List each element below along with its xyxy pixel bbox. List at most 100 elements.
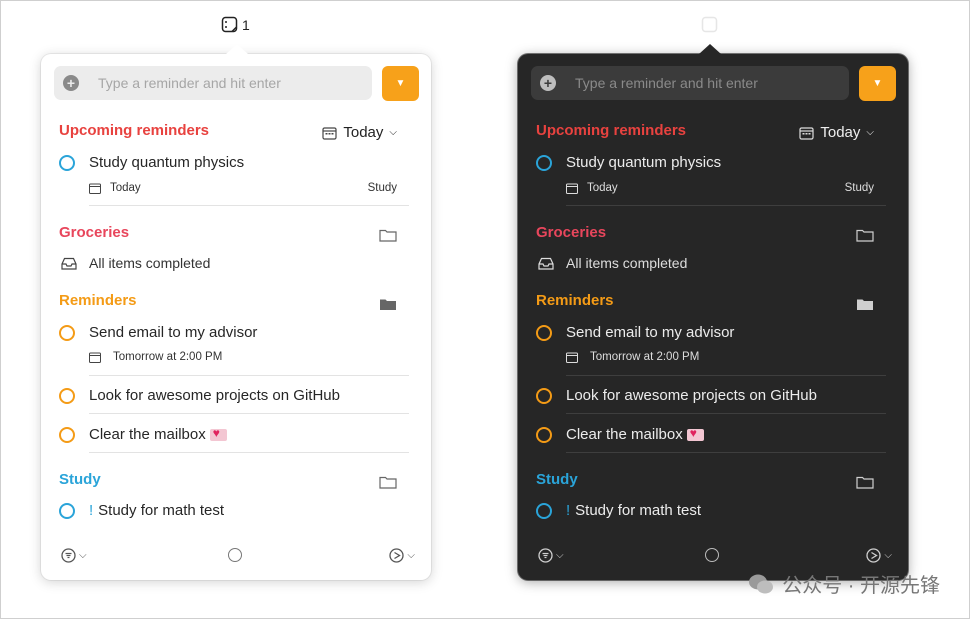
reminder-input[interactable]	[573, 74, 847, 92]
reminder-checkbox[interactable]	[536, 155, 552, 171]
chevron-down-icon: ⌵	[556, 550, 564, 561]
reminder-checkbox[interactable]	[59, 155, 75, 171]
divider	[89, 413, 409, 414]
folder-icon[interactable]	[856, 228, 874, 242]
divider	[566, 375, 886, 376]
reminder-checkbox[interactable]	[59, 388, 75, 404]
reminder-title[interactable]: Clear the mailbox	[89, 426, 227, 443]
reminder-checkbox[interactable]	[59, 503, 75, 519]
reminder-list-name: Study	[367, 182, 397, 194]
section-title-reminders: Reminders	[59, 292, 137, 309]
divider	[566, 452, 886, 453]
folder-filled-icon[interactable]	[379, 297, 397, 311]
calendar-icon	[566, 183, 578, 194]
chevron-down-icon: ⌵	[884, 550, 892, 561]
reminder-list-name: Study	[844, 182, 874, 194]
list-select-dropdown-button[interactable]: ▼	[382, 66, 419, 101]
reminder-title[interactable]: Look for awesome projects on GitHub	[89, 387, 340, 404]
section-title-groceries: Groceries	[59, 224, 130, 241]
divider	[89, 205, 409, 206]
folder-filled-icon[interactable]	[856, 297, 874, 311]
watermark: 公众号 · 开源先锋	[748, 569, 940, 598]
reminders-popover-light: + ▼ Upcoming reminders Today ⌵ Study qua…	[41, 44, 431, 580]
menubar-badge-count: 1	[242, 16, 250, 33]
reminders-menubar-icon	[701, 16, 718, 33]
priority-indicator: !	[566, 502, 571, 519]
menubar-reminders-item[interactable]: 1	[221, 16, 250, 33]
chevron-down-icon: ⌵	[389, 127, 397, 138]
folder-icon[interactable]	[379, 228, 397, 242]
reminders-popover-dark: + ▼ Upcoming reminders Today ⌵ Study qua…	[518, 44, 908, 580]
settings-menu-button[interactable]: ⌵	[389, 548, 415, 563]
reminder-title[interactable]: ! Study for math test	[566, 502, 701, 519]
settings-icon	[866, 548, 882, 563]
folder-icon[interactable]	[379, 475, 397, 489]
divider	[566, 413, 886, 414]
filter-menu-button[interactable]: ⌵	[61, 548, 87, 563]
popover-arrow	[226, 44, 248, 54]
wechat-icon	[749, 574, 774, 593]
calendar-icon	[322, 126, 337, 140]
reminder-checkbox[interactable]	[59, 325, 75, 341]
divider	[89, 452, 409, 453]
section-title-study: Study	[536, 471, 578, 488]
groceries-status: All items completed	[538, 255, 687, 271]
calendar-icon	[799, 126, 814, 140]
reminder-input-row[interactable]: +	[54, 66, 372, 100]
reminder-checkbox[interactable]	[536, 388, 552, 404]
divider	[89, 375, 409, 376]
reminder-title[interactable]: Clear the mailbox	[566, 426, 704, 443]
heart-letter-emoji-icon	[209, 426, 227, 442]
calendar-icon	[89, 352, 101, 363]
today-filter-label: Today	[820, 124, 861, 141]
toggle-completed-button[interactable]	[705, 548, 719, 562]
reminder-title[interactable]: Send email to my advisor	[566, 324, 734, 341]
reminder-checkbox[interactable]	[536, 325, 552, 341]
reminder-checkbox[interactable]	[536, 503, 552, 519]
reminder-due-date: Today	[566, 182, 618, 194]
today-filter-dropdown[interactable]: Today ⌵	[322, 124, 397, 141]
filter-menu-button[interactable]: ⌵	[538, 548, 564, 563]
reminder-title[interactable]: Study quantum physics	[566, 154, 721, 171]
reminder-due-date: Today	[89, 182, 141, 194]
section-title-upcoming: Upcoming reminders	[536, 122, 687, 139]
today-filter-label: Today	[343, 124, 384, 141]
menubar-reminders-item-dark[interactable]	[701, 16, 718, 33]
reminder-title[interactable]: ! Study for math test	[89, 502, 224, 519]
divider	[566, 205, 886, 206]
priority-indicator: !	[89, 502, 94, 519]
calendar-icon	[566, 352, 578, 363]
calendar-icon	[89, 183, 101, 194]
groceries-status: All items completed	[61, 255, 210, 271]
heart-letter-emoji-icon	[686, 426, 704, 442]
section-title-upcoming: Upcoming reminders	[59, 122, 210, 139]
section-title-reminders: Reminders	[536, 292, 614, 309]
today-filter-dropdown[interactable]: Today ⌵	[799, 124, 874, 141]
reminder-checkbox[interactable]	[59, 427, 75, 443]
reminder-due-date: Tomorrow at 2:00 PM	[566, 351, 699, 363]
reminder-checkbox[interactable]	[536, 427, 552, 443]
plus-icon: +	[540, 75, 556, 91]
reminder-title[interactable]: Study quantum physics	[89, 154, 244, 171]
list-select-dropdown-button[interactable]: ▼	[859, 66, 896, 101]
tray-icon	[61, 257, 77, 270]
tray-icon	[538, 257, 554, 270]
section-title-groceries: Groceries	[536, 224, 607, 241]
toggle-completed-button[interactable]	[228, 548, 242, 562]
section-title-study: Study	[59, 471, 101, 488]
chevron-down-icon: ⌵	[866, 127, 874, 138]
reminder-title[interactable]: Look for awesome projects on GitHub	[566, 387, 817, 404]
chevron-down-icon: ⌵	[407, 550, 415, 561]
reminder-title[interactable]: Send email to my advisor	[89, 324, 257, 341]
folder-icon[interactable]	[856, 475, 874, 489]
reminder-input-row[interactable]: +	[531, 66, 849, 100]
chevron-down-icon: ▼	[872, 78, 883, 89]
filter-list-icon	[61, 548, 76, 563]
chevron-down-icon: ▼	[395, 78, 406, 89]
reminder-due-date: Tomorrow at 2:00 PM	[89, 351, 222, 363]
settings-menu-button[interactable]: ⌵	[866, 548, 892, 563]
reminder-input[interactable]	[96, 74, 370, 92]
filter-list-icon	[538, 548, 553, 563]
popover-arrow	[699, 44, 721, 54]
plus-icon: +	[63, 75, 79, 91]
